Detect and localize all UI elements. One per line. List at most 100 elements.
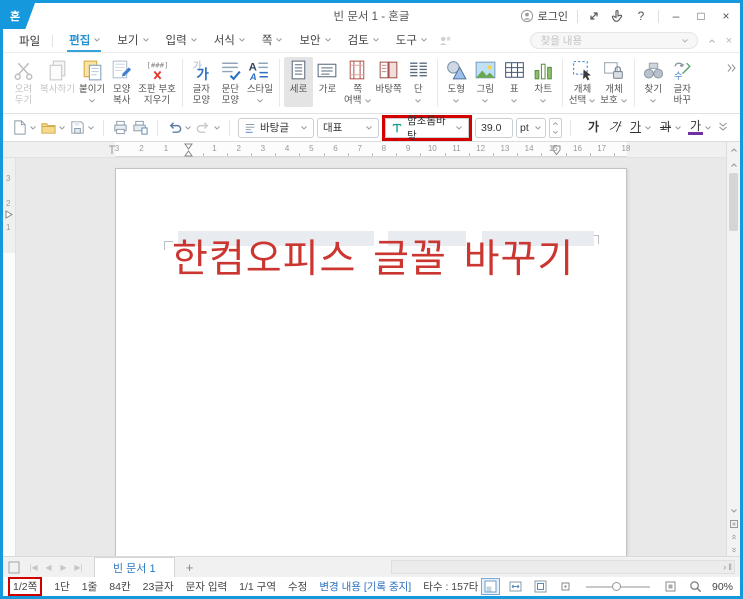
touch-mode-icon[interactable] xyxy=(610,9,624,23)
ribbon-find-button[interactable]: 찾기 xyxy=(639,57,668,107)
undo-button[interactable] xyxy=(166,119,192,136)
ribbon-chart-button[interactable]: 차트 xyxy=(529,57,558,107)
ribbon-page-margin-button[interactable]: 쪽 여백 xyxy=(342,57,373,107)
ribbon-erase-marks-button[interactable]: [###] 조판 부호 지우기 xyxy=(136,57,178,107)
menu-review[interactable]: 검토 xyxy=(340,29,388,52)
new-document-button[interactable] xyxy=(11,119,37,136)
ribbon-format-painter-button[interactable]: 모양 복사 xyxy=(107,57,136,107)
ribbon-button-label: 붙이기 xyxy=(78,84,106,95)
ribbon-object-select-button[interactable]: 개체 선택 xyxy=(567,57,598,107)
menu-tools[interactable]: 도구 xyxy=(388,29,436,52)
splitter-handle[interactable]: ‖ xyxy=(728,561,732,573)
next-tab-button[interactable]: ▶ xyxy=(56,563,71,572)
find-input[interactable] xyxy=(538,33,677,48)
menu-view[interactable]: 보기 xyxy=(109,29,157,52)
print-button[interactable] xyxy=(112,119,129,136)
preset-combo[interactable]: 대표 xyxy=(317,117,379,138)
magnifier-icon[interactable] xyxy=(687,579,704,594)
ribbon-vertical-button[interactable]: 세로 xyxy=(284,57,314,107)
print-preview-button[interactable] xyxy=(132,119,149,136)
ribbon-para-shape-button[interactable]: 문단 모양 xyxy=(216,57,245,107)
style-combo[interactable]: 바탕글 xyxy=(238,117,314,138)
ruler-number: 2 xyxy=(139,144,144,153)
scroll-up-icon[interactable] xyxy=(727,158,741,171)
zoom-in-button[interactable] xyxy=(662,579,679,594)
zoom-slider[interactable] xyxy=(585,581,650,591)
ribbon-object-protect-button[interactable]: 개체 보호 xyxy=(598,57,629,107)
login-button[interactable]: 로그인 xyxy=(520,8,568,24)
next-page-icon[interactable] xyxy=(727,543,741,556)
scrollbar-thumb[interactable] xyxy=(729,173,738,231)
save-button[interactable] xyxy=(69,119,95,136)
ribbon-shape-button[interactable]: 도형 xyxy=(442,57,471,107)
ribbon-picture-button[interactable]: 그림 xyxy=(471,57,500,107)
expand-icon[interactable] xyxy=(587,9,601,23)
hancom-assist-icon[interactable] xyxy=(438,33,453,48)
char-underline-button[interactable]: 가 xyxy=(628,120,643,135)
ribbon-columns-button[interactable]: 단 xyxy=(404,57,433,107)
chevron-down-icon[interactable] xyxy=(681,38,689,44)
menu-format[interactable]: 서식 xyxy=(206,29,254,52)
maximize-button[interactable]: □ xyxy=(693,9,709,23)
ribbon-overflow-button[interactable] xyxy=(726,63,736,76)
find-close-icon[interactable]: × xyxy=(726,35,732,47)
menu-file[interactable]: 파일 xyxy=(11,33,52,49)
ribbon-paste-button[interactable]: 붙이기 xyxy=(77,57,107,107)
open-button[interactable] xyxy=(40,119,66,136)
previous-page-icon[interactable] xyxy=(727,530,741,543)
last-tab-button[interactable]: ▶| xyxy=(71,563,86,572)
zoom-slider-knob[interactable] xyxy=(611,581,621,591)
char-italic-button[interactable]: 가 xyxy=(606,120,624,135)
top-margin-marker[interactable] xyxy=(5,210,14,222)
document-text[interactable]: 한컴오피스 글꼴 바꾸기 xyxy=(172,237,574,283)
font-size-input[interactable]: 39.0 xyxy=(475,117,513,138)
find-collapse-icon[interactable] xyxy=(708,38,716,44)
minimize-button[interactable]: – xyxy=(668,9,684,23)
close-button[interactable]: × xyxy=(718,9,734,23)
zoom-out-button[interactable] xyxy=(557,579,574,594)
menu-security[interactable]: 보안 xyxy=(291,29,339,52)
scroll-right-icon[interactable]: › xyxy=(723,561,726,573)
fit-page-view-button[interactable] xyxy=(532,579,549,594)
ribbon-table-button[interactable]: 표 xyxy=(500,57,529,107)
chevron-down-icon xyxy=(481,98,489,104)
char-strike-button[interactable]: 과 xyxy=(658,120,673,135)
vertical-scrollbar[interactable] xyxy=(726,158,740,556)
status-change-tracking[interactable]: 변경 내용 [기록 중지] xyxy=(319,579,411,594)
document-page[interactable]: 한컴오피스 글꼴 바꾸기 xyxy=(115,168,627,556)
menu-input[interactable]: 입력 xyxy=(158,29,206,52)
scrollbar-collapse-button[interactable] xyxy=(726,142,740,158)
prev-tab-button[interactable]: ◀ xyxy=(41,563,56,572)
page-navigator-icon[interactable] xyxy=(727,517,741,530)
document-icon[interactable] xyxy=(8,561,26,574)
char-font-color-button[interactable]: 가 xyxy=(688,120,703,135)
ribbon-master-page-button[interactable]: 바탕쪽 xyxy=(374,57,404,107)
menu-edit[interactable]: 편집 xyxy=(61,29,109,52)
ribbon-char-shape-button[interactable]: 가 가 글자 모양 xyxy=(187,57,216,107)
find-box[interactable] xyxy=(529,32,698,49)
quickbar-overflow-button[interactable] xyxy=(718,121,728,134)
fit-width-view-button[interactable] xyxy=(507,579,524,594)
step-down-icon[interactable] xyxy=(550,128,561,137)
ribbon-replace-button[interactable]: 수 글자 바꾸 xyxy=(668,57,697,107)
scroll-down-icon[interactable] xyxy=(727,504,741,517)
size-unit-combo[interactable]: pt xyxy=(516,117,546,138)
tab-document-1[interactable]: 빈 문서 1 xyxy=(94,557,175,577)
horizontal-scrollbar[interactable]: › ‖ xyxy=(391,560,735,574)
font-size-stepper[interactable] xyxy=(549,117,562,138)
char-bold-button[interactable]: 가 xyxy=(586,120,601,135)
ribbon-group: 세로 가로 쪽 여백 바탕쪽 단 xyxy=(284,57,433,107)
ribbon-group-divider xyxy=(279,59,281,107)
font-combo[interactable]: 함초롬바탕 xyxy=(385,115,469,142)
ribbon-style-button[interactable]: A A 스타일 xyxy=(245,57,275,107)
page-layout-view-button[interactable] xyxy=(480,578,500,595)
first-tab-button[interactable]: |◀ xyxy=(26,563,41,572)
chevron-down-icon xyxy=(539,98,547,104)
help-button[interactable]: ? xyxy=(633,9,649,23)
menu-page[interactable]: 쪽 xyxy=(254,29,292,52)
zoom-level[interactable]: 90% xyxy=(712,581,733,593)
format-painter-icon xyxy=(109,58,134,83)
step-up-icon[interactable] xyxy=(550,119,561,128)
new-tab-button[interactable]: + xyxy=(183,560,197,575)
ribbon-horizontal-button[interactable]: 가로 xyxy=(313,57,342,107)
